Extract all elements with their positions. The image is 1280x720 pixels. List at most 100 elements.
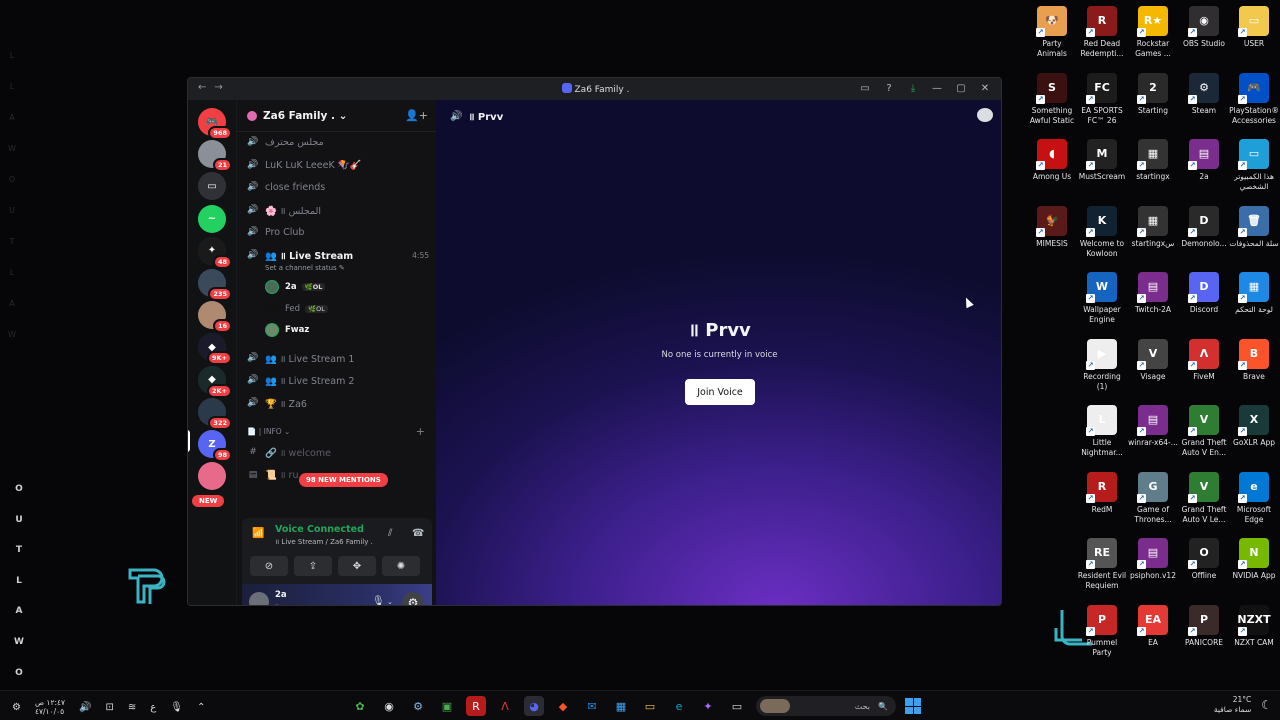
store-icon[interactable]: ▦ (611, 696, 631, 716)
search-input[interactable]: بحث 🔍 (756, 696, 896, 716)
voice-channel-item[interactable]: 🔊 🌸 ॥ المجلس (247, 200, 429, 220)
volume-icon[interactable]: 🔊 (79, 702, 91, 713)
file-explorer-icon[interactable]: ▭ (640, 696, 660, 716)
desktop-icon[interactable]: R ↗ RedM (1077, 470, 1127, 515)
server-icon[interactable]: 🎮 968 (198, 108, 232, 140)
settings-icon[interactable]: ⚙ (12, 702, 21, 713)
desktop-icon[interactable]: ▶ ↗ Recording (1) (1077, 337, 1127, 392)
desktop-icon[interactable]: 2 ↗ Starting (1128, 71, 1178, 116)
desktop-icon[interactable]: ▤ ↗ psiphon.v12 (1128, 536, 1178, 581)
weather-widget[interactable]: 21°C سماء صافية ☾ (1214, 695, 1272, 715)
desktop-icon[interactable]: R ↗ Red Dead Redempti... (1077, 4, 1127, 59)
language-indicator[interactable]: ع (150, 702, 156, 713)
mic-options-chevron-icon[interactable]: ⌄ (387, 598, 393, 605)
desktop-icon[interactable]: R★ ↗ Rockstar Games ... (1128, 4, 1178, 59)
voice-channel-item[interactable]: 🔊 👥 ॥ Live Stream 4:55 (247, 245, 429, 265)
steam-icon[interactable]: ⚙ (408, 696, 428, 716)
desktop-icon[interactable]: Λ ↗ FiveM (1179, 337, 1229, 382)
windows-start-icon[interactable] (905, 698, 921, 714)
desktop-icon[interactable]: B ↗ Brave (1229, 337, 1279, 382)
desktop-icon[interactable]: P ↗ PANICORE (1179, 603, 1229, 648)
desktop-icon[interactable]: ◉ ↗ OBS Studio (1179, 4, 1229, 49)
channel-status-prompt[interactable]: Set a channel status ✎ (265, 264, 345, 272)
app-icon-1[interactable]: ✿ (350, 696, 370, 716)
server-icon[interactable]: 235 (198, 269, 232, 301)
voice-channel-item[interactable]: 🔊 Pro Club (247, 222, 429, 242)
desktop-icon[interactable]: W ↗ Wallpaper Engine (1077, 270, 1127, 325)
voice-member[interactable]: Fwaz (265, 321, 309, 339)
desktop-icon[interactable]: M ↗ MustScream (1077, 137, 1127, 182)
server-icon[interactable]: 322 (198, 397, 232, 430)
desktop-icon[interactable]: ⚙ ↗ Steam (1179, 71, 1229, 116)
server-icon[interactable] (198, 462, 226, 491)
microphone-icon[interactable]: 🎙 (372, 596, 385, 605)
desktop-icon[interactable]: P ↗ Pummel Party (1077, 603, 1127, 658)
new-badge[interactable]: NEW (192, 495, 225, 507)
settings-gear-icon[interactable]: ⚙ (402, 592, 424, 605)
camera-off-button[interactable]: ⊘ (250, 556, 288, 576)
category-info[interactable]: 📄 | INFO ⌄ + (247, 425, 427, 438)
fivem-icon[interactable]: Λ (495, 696, 515, 716)
desktop-icon[interactable]: 🐶 ↗ Party Animals (1027, 4, 1077, 59)
server-icon[interactable]: ~ (198, 204, 226, 233)
voice-channel-item[interactable]: 🔊 close friends (247, 177, 429, 197)
help-icon[interactable]: ? (877, 81, 901, 97)
mail-icon[interactable]: ✉ (582, 696, 602, 716)
desktop-icon[interactable]: 🎮 ↗ PlayStation® Accessories (1229, 71, 1279, 126)
redm-icon[interactable]: R (466, 696, 486, 716)
desktop-icon[interactable]: L ↗ Little Nightmar... (1077, 403, 1127, 458)
server-icon[interactable]: ◆ 2K+ (198, 365, 232, 398)
desktop-icon[interactable]: ▤ ↗ 2a (1179, 137, 1229, 182)
maximize-button[interactable]: ▢ (949, 81, 973, 97)
desktop-icon[interactable]: ▤ ↗ Twitch-2A (1128, 270, 1178, 315)
voice-channel-item[interactable]: 🔊 LuK LuK LeeeK 🪁🎸 (247, 155, 429, 175)
desktop-icon[interactable]: NZXT ↗ NZXT CAM (1229, 603, 1279, 648)
desktop-icon[interactable]: O ↗ Offline (1179, 536, 1229, 581)
desktop-icon[interactable]: RE ↗ Resident Evil Requiem (1077, 536, 1127, 591)
copilot-icon[interactable]: ✦ (698, 696, 718, 716)
discord-icon[interactable]: ◕ (524, 696, 544, 716)
signal-icon[interactable]: 📶 (252, 528, 264, 539)
voice-member[interactable]: 2a 🌿OL (265, 278, 326, 296)
mic-tray-icon[interactable]: 🎙 (170, 702, 183, 713)
desktop-icon[interactable]: D ↗ Demonolo... (1179, 204, 1229, 249)
desktop-icon[interactable]: ▭ ↗ هذا الكمبيوتر الشخصي (1229, 137, 1279, 192)
desktop-icon[interactable]: V ↗ Visage (1128, 337, 1178, 382)
server-icon[interactable]: 21 (198, 140, 232, 173)
new-mentions-pill[interactable]: 98 NEW MENTIONS (299, 473, 388, 487)
server-icon[interactable]: Z 98 (198, 430, 232, 462)
desktop-icon[interactable]: 🗑 ↗ سلة المحذوفات (1229, 204, 1279, 249)
invite-people-icon[interactable]: 👤+ (405, 109, 428, 122)
obs-icon[interactable]: ◉ (379, 696, 399, 716)
network-icon[interactable]: ⊡ (106, 702, 114, 713)
desktop-icon[interactable]: e ↗ Microsoft Edge (1229, 470, 1279, 525)
desktop-icon[interactable]: ▤ ↗ winrar-x64-... (1128, 403, 1178, 448)
voice-channel-item[interactable]: 🔊 👥 ॥ Live Stream 1 (247, 348, 429, 368)
desktop-icon[interactable]: S ↗ Something Awful Static (1027, 71, 1077, 126)
activities-button[interactable]: ✥ (338, 556, 376, 576)
minimize-button[interactable]: — (925, 81, 949, 97)
chat-bubble-icon[interactable] (977, 108, 993, 122)
voice-member[interactable]: Fed 🌿OL (265, 300, 328, 318)
server-icon[interactable]: ◆ 9K+ (198, 333, 232, 366)
desktop-icon[interactable]: N ↗ NVIDIA App (1229, 536, 1279, 581)
desktop-icon[interactable]: 🐓 ↗ MIMESIS (1027, 204, 1077, 249)
avatar[interactable] (249, 592, 269, 605)
voice-channel-item[interactable]: 🔊 مجلس محترف (247, 132, 429, 152)
desktop-icon[interactable]: X ↗ GoXLR App (1229, 403, 1279, 448)
text-channel-item[interactable]: # 🔗 ॥ welcome (247, 442, 429, 462)
add-channel-icon[interactable]: + (416, 425, 425, 438)
server-icon[interactable]: ✦ 48 (198, 236, 232, 269)
desktop-icon[interactable]: K ↗ Welcome to Kowloon (1077, 204, 1127, 259)
terminal-icon[interactable]: ▣ (437, 696, 457, 716)
desktop-icon[interactable]: FC ↗ EA SPORTS FC™ 26 (1077, 71, 1127, 126)
desktop-icon[interactable]: ▦ ↗ startingx (1128, 137, 1178, 182)
close-button[interactable]: ✕ (973, 81, 997, 97)
desktop-icon[interactable]: D ↗ Discord (1179, 270, 1229, 315)
join-voice-button[interactable]: Join Voice (685, 379, 755, 405)
voice-channel-item[interactable]: 🔊 🏆 ॥ Za6 (247, 393, 429, 413)
brave-icon[interactable]: ◆ (553, 696, 573, 716)
download-icon[interactable]: ⤓ (901, 81, 925, 97)
edge-icon[interactable]: e (669, 696, 689, 716)
server-icon[interactable]: 16 (198, 301, 232, 334)
